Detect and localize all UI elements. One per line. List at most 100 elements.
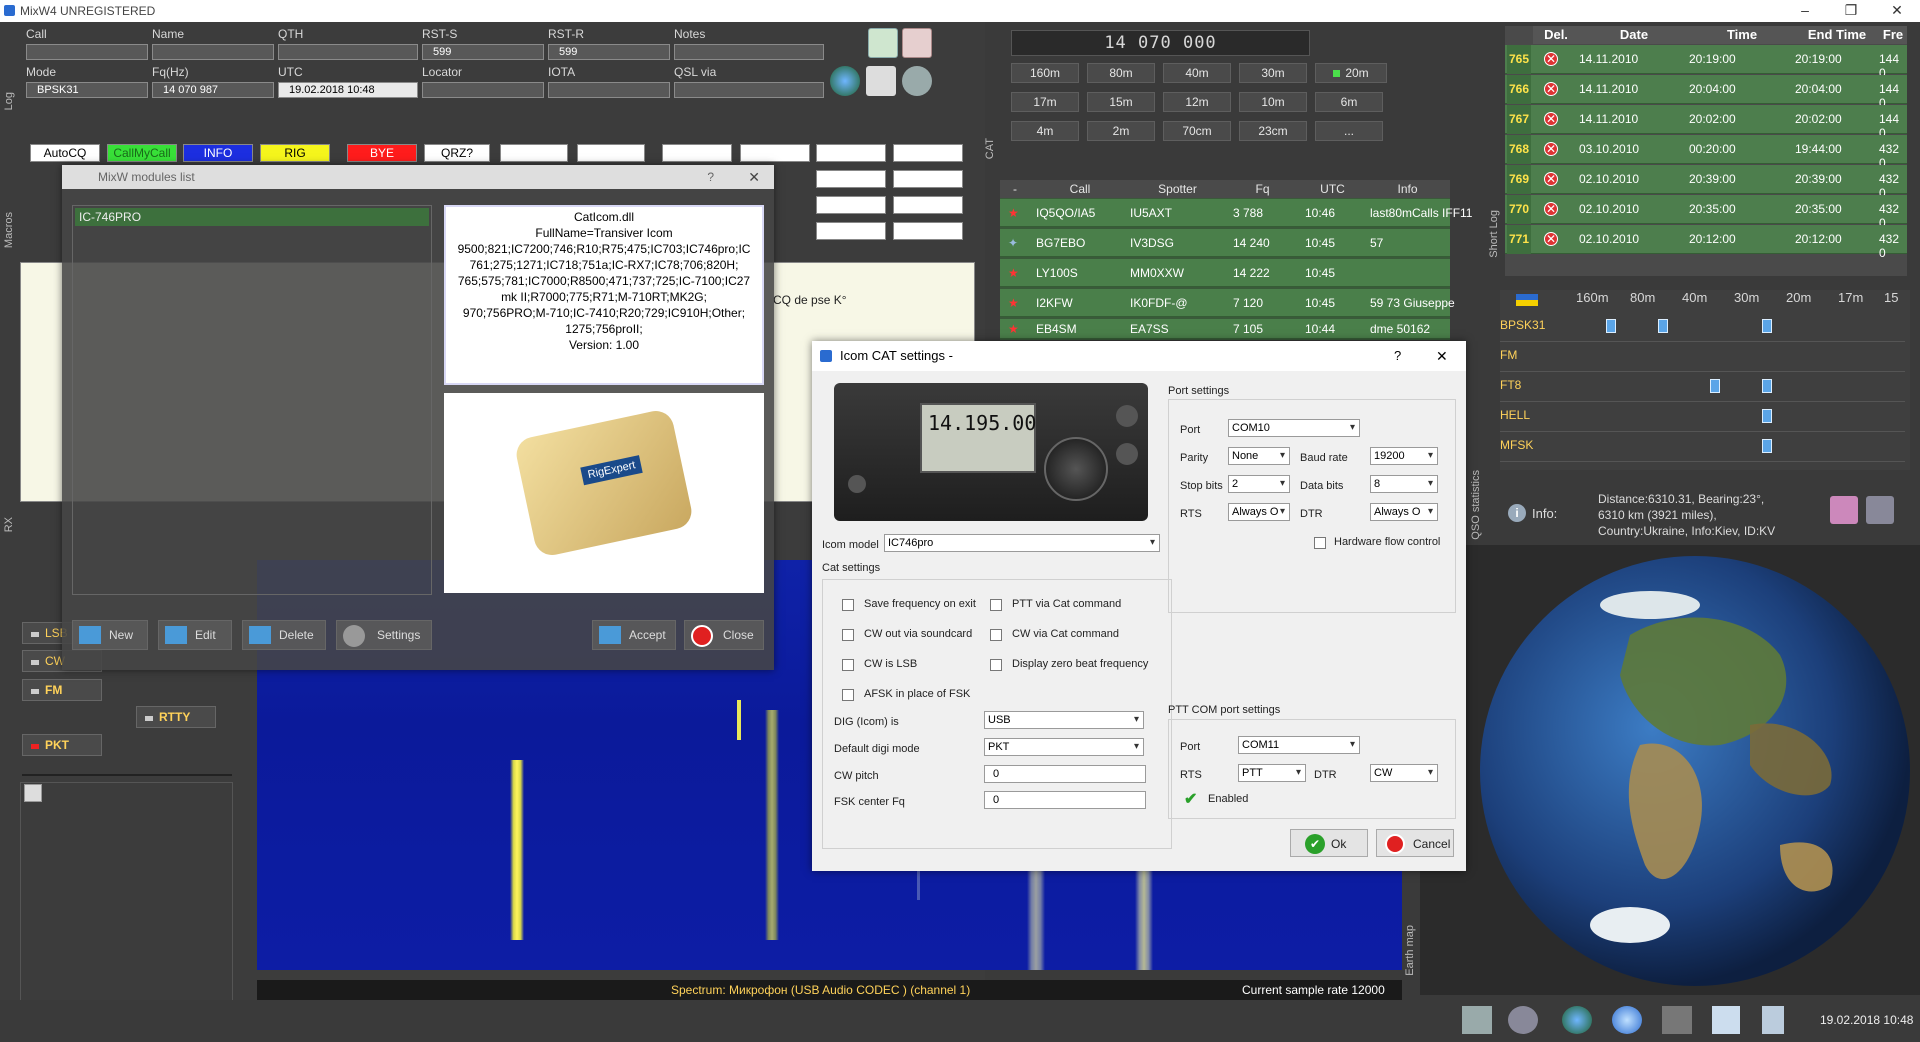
spot-row[interactable]: ★ IQ5QO/IA5 IU5AXT 3 788 10:46 last80mCalls I… (1000, 199, 1472, 227)
cw-lsb-checkbox[interactable] (842, 659, 854, 671)
enabled-check-icon[interactable]: ✔ (1184, 789, 1197, 809)
short-log-tab[interactable]: Short Log (1488, 210, 1500, 258)
spot-row[interactable]: ★ LY100S MM0XXW 14 222 10:45 (1000, 259, 1450, 287)
operator-icon[interactable] (1830, 496, 1858, 524)
band-4m[interactable]: 4m (1011, 121, 1079, 141)
macro-empty-1[interactable] (500, 144, 568, 162)
door-icon[interactable] (1762, 1006, 1784, 1034)
module-close-button[interactable]: Close (684, 620, 764, 650)
delete-row-icon[interactable]: ✕ (1544, 142, 1558, 156)
macro-empty-2[interactable] (577, 144, 645, 162)
fq-field[interactable]: 14 070 987 (152, 82, 274, 98)
save-frequency-checkbox[interactable] (842, 599, 854, 611)
binoculars-icon[interactable] (1662, 1006, 1692, 1034)
baud-select[interactable]: 19200 (1370, 447, 1438, 465)
cancel-button[interactable]: Cancel (1376, 829, 1454, 857)
qslvia-field[interactable] (674, 82, 824, 98)
macro-qrz[interactable]: QRZ? (424, 144, 490, 162)
icom-model-select[interactable]: IC746pro (884, 534, 1160, 552)
macro-empty-9[interactable] (816, 196, 886, 214)
band-15m[interactable]: 15m (1087, 92, 1155, 112)
utc-field[interactable]: 19.02.2018 10:48 (278, 82, 418, 98)
macro-empty-3[interactable] (662, 144, 732, 162)
spot-row[interactable]: ★ EB4SM EA7SS 7 105 10:44 dme 50162 (1000, 319, 1450, 339)
macro-empty-11[interactable] (816, 222, 886, 240)
macro-empty-7[interactable] (816, 170, 886, 188)
macro-empty-4[interactable] (740, 144, 810, 162)
log-row[interactable]: 766 ✕ 14.11.2010 20:04:00 20:04:00 144 0 (1505, 75, 1907, 110)
log-row[interactable]: 770 ✕ 02.10.2010 20:35:00 20:35:00 432 0 (1505, 195, 1907, 230)
band-2m[interactable]: 2m (1087, 121, 1155, 141)
modules-list-item[interactable]: IC-746PRO (75, 208, 429, 226)
ok-button[interactable]: ✔ Ok (1290, 829, 1368, 857)
save-log-icon[interactable] (868, 28, 898, 58)
macro-empty-12[interactable] (893, 222, 963, 240)
macro-empty-6[interactable] (893, 144, 963, 162)
band-70cm[interactable]: 70cm (1163, 121, 1231, 141)
notes-field[interactable] (674, 44, 824, 60)
dtr-select[interactable]: Always O (1370, 503, 1438, 521)
delete-log-icon[interactable] (902, 28, 932, 58)
gear-icon[interactable] (1508, 1006, 1538, 1034)
spot-row[interactable]: ✦ BG7EBO IV3DSG 14 240 10:45 57 (1000, 229, 1450, 257)
band-12m[interactable]: 12m (1163, 92, 1231, 112)
parity-select[interactable]: None (1228, 447, 1290, 465)
cw-cat-checkbox[interactable] (990, 629, 1002, 641)
band-10m[interactable]: 10m (1239, 92, 1307, 112)
windows-icon[interactable] (1462, 1006, 1492, 1034)
info-settings-icon[interactable] (1866, 496, 1894, 524)
log-row[interactable]: 771 ✕ 02.10.2010 20:12:00 20:12:00 432 0 (1505, 225, 1907, 260)
rts-select[interactable]: Always O (1228, 503, 1290, 521)
calculator-icon[interactable] (1712, 1006, 1740, 1034)
ptt-cat-checkbox[interactable] (990, 599, 1002, 611)
macro-callmycall[interactable]: CallMyCall (107, 144, 177, 162)
band-20m[interactable]: 20m (1315, 63, 1387, 83)
globe-lookup-icon[interactable] (830, 66, 860, 96)
iota-field[interactable] (548, 82, 670, 98)
qso-stats-tab[interactable]: QSO statistics (1470, 470, 1482, 540)
log-row[interactable]: 768 ✕ 03.10.2010 00:20:00 19:44:00 432 0 (1505, 135, 1907, 170)
macro-autocq[interactable]: AutoCQ (30, 144, 100, 162)
name-field[interactable] (152, 44, 274, 60)
mode-rtty[interactable]: RTTY (136, 706, 216, 728)
dig-select[interactable]: USB (984, 711, 1144, 729)
port-select[interactable]: COM10 (1228, 419, 1360, 437)
band-40m[interactable]: 40m (1163, 63, 1231, 83)
delete-row-icon[interactable]: ✕ (1544, 172, 1558, 186)
module-new-button[interactable]: New (72, 620, 148, 650)
mode-field[interactable]: BPSK31 (26, 82, 148, 98)
ptt-port-select[interactable]: COM11 (1238, 736, 1360, 754)
macro-empty-10[interactable] (893, 196, 963, 214)
settings-gear-icon[interactable] (902, 66, 932, 96)
module-settings-button[interactable]: Settings (336, 620, 432, 650)
module-edit-button[interactable]: Edit (158, 620, 232, 650)
band-30m[interactable]: 30m (1239, 63, 1307, 83)
databits-select[interactable]: 8 (1370, 475, 1438, 493)
earth-globe[interactable] (1420, 545, 1920, 995)
macro-bye[interactable]: BYE (347, 144, 417, 162)
cw-soundcard-checkbox[interactable] (842, 629, 854, 641)
locator-field[interactable] (422, 82, 544, 98)
band-23cm[interactable]: 23cm (1239, 121, 1307, 141)
world-icon[interactable] (1612, 1006, 1642, 1034)
cat-tab[interactable]: CAT (984, 138, 996, 159)
band-80m[interactable]: 80m (1087, 63, 1155, 83)
hwflow-checkbox[interactable] (1314, 537, 1326, 549)
module-delete-button[interactable]: Delete (242, 620, 326, 650)
band-6m[interactable]: 6m (1315, 92, 1383, 112)
macro-empty-8[interactable] (893, 170, 963, 188)
digimode-select[interactable]: PKT (984, 738, 1144, 756)
log-row[interactable]: 769 ✕ 02.10.2010 20:39:00 20:39:00 432 0 (1505, 165, 1907, 200)
help-icon[interactable]: ? (1394, 341, 1401, 371)
delete-row-icon[interactable]: ✕ (1544, 202, 1558, 216)
mode-fm[interactable]: FM (22, 679, 102, 701)
call-field[interactable] (26, 44, 148, 60)
close-icon[interactable]: ✕ (748, 165, 760, 189)
globe-icon[interactable] (1562, 1006, 1592, 1034)
ptt-rts-select[interactable]: PTT (1238, 764, 1306, 782)
delete-row-icon[interactable]: ✕ (1544, 82, 1558, 96)
afsk-checkbox[interactable] (842, 689, 854, 701)
rx-tab[interactable]: RX (3, 517, 15, 532)
earth-map-tab[interactable]: Earth map (1404, 925, 1416, 976)
zero-beat-checkbox[interactable] (990, 659, 1002, 671)
